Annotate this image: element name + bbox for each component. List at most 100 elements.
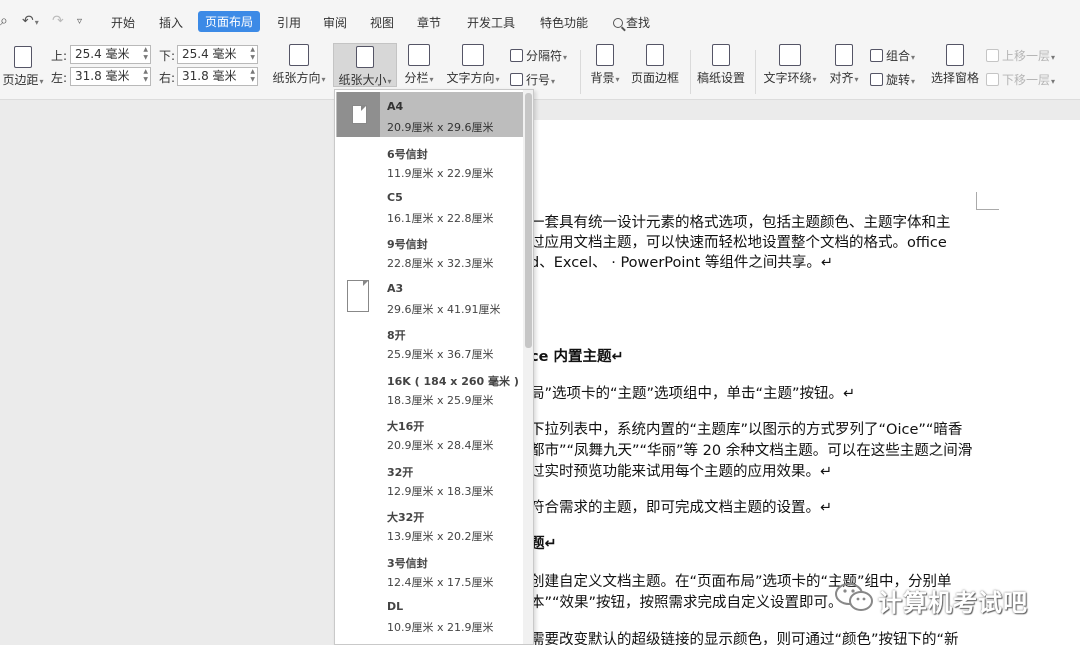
search-tab[interactable]: 查找 [613, 14, 650, 31]
bring-forward-button[interactable]: 上移一层▾ [986, 47, 1055, 64]
margins-label: 页边距 [2, 73, 39, 87]
margin-corner-mark [976, 192, 977, 210]
text-direction-button[interactable]: 文字方向▾ [443, 44, 503, 86]
option-dimensions: 22.8厘米 x 32.3厘米 [387, 257, 494, 270]
paper-size-option[interactable]: C5 16.1厘米 x 22.8厘米 [336, 183, 523, 228]
orientation-label: 纸张方向 [272, 71, 321, 85]
selection-pane-label: 选择窗格 [930, 71, 979, 85]
print-preview-icon[interactable]: ⌕ [0, 13, 8, 29]
document-line: d、Excel、 · PowerPoint 等组件之间共享。↵ [530, 255, 834, 271]
option-name: 大16开 [387, 420, 425, 433]
paper-size-icon [356, 46, 374, 68]
paper-size-option[interactable]: A3 29.6厘米 x 41.91厘米 [336, 274, 523, 319]
option-dimensions: 25.9厘米 x 36.7厘米 [387, 348, 494, 361]
page-border-button[interactable]: 页面边框 [630, 44, 680, 86]
scrollbar-thumb[interactable] [525, 93, 532, 348]
send-backward-button[interactable]: 下移一层▾ [986, 71, 1055, 88]
document-heading: ce 内置主题↵ [530, 349, 624, 365]
paper-size-option[interactable]: 大16开 20.9厘米 x 28.4厘米 [336, 410, 523, 455]
selection-pane-button[interactable]: 选择窗格 [930, 44, 980, 86]
option-name: 大32开 [387, 511, 425, 524]
option-dimensions: 10.9厘米 x 21.9厘米 [387, 621, 494, 634]
option-name: 8开 [387, 329, 406, 342]
option-dimensions: 18.3厘米 x 25.9厘米 [387, 394, 494, 407]
group-label: 组合 [886, 49, 911, 63]
tab-developer[interactable]: 开发工具 [467, 14, 515, 31]
rotate-label: 旋转 [886, 73, 911, 87]
page-icon [352, 105, 367, 124]
align-label: 对齐 [829, 71, 854, 85]
option-name: A3 [387, 282, 404, 295]
paper-size-button[interactable]: 纸张大小▾ [333, 43, 397, 87]
redo-icon[interactable]: ↷ [52, 13, 64, 29]
document-line: 过应用文档主题，可以快速而轻松地设置整个文档的格式。office [530, 235, 947, 251]
align-icon [835, 44, 853, 66]
option-dimensions: 16.1厘米 x 22.8厘米 [387, 212, 494, 225]
tab-references[interactable]: 引用 [277, 14, 301, 31]
option-name: 3号信封 [387, 557, 428, 570]
option-name: 6号信封 [387, 148, 428, 161]
customize-icon[interactable]: ▿ [77, 16, 82, 27]
paper-size-option[interactable]: A4 20.9厘米 x 29.6厘米 [336, 92, 523, 137]
left-margin-field[interactable]: 31.8 毫米 ▲ ▼ [70, 67, 151, 86]
tab-review[interactable]: 审阅 [323, 14, 347, 31]
document-line: 一套具有统一设计元素的格式选项，包括主题颜色、主题字体和主 [530, 215, 951, 231]
option-name: A4 [387, 100, 404, 113]
paper-size-option[interactable]: 6号信封 11.9厘米 x 22.9厘米 [336, 138, 523, 183]
bottom-margin-field[interactable]: 25.4 毫米 ▲ ▼ [177, 45, 258, 64]
rotate-icon [870, 73, 883, 86]
rotate-button[interactable]: 旋转▾ [870, 71, 915, 88]
tab-home[interactable]: 开始 [111, 14, 135, 31]
paper-size-option[interactable]: 16K ( 184 x 260 毫米 ) 18.3厘米 x 25.9厘米 [336, 365, 523, 410]
option-dimensions: 20.9厘米 x 29.6厘米 [387, 121, 494, 134]
paper-size-option[interactable]: 3号信封 12.4厘米 x 17.5厘米 [336, 547, 523, 592]
option-name: 32开 [387, 466, 414, 479]
background-label: 背景 [590, 71, 615, 85]
tab-features[interactable]: 特色功能 [540, 14, 588, 31]
separator-icon [510, 49, 523, 62]
right-margin-label: 右: [159, 71, 176, 85]
right-margin-field[interactable]: 31.8 毫米 ▲ ▼ [177, 67, 258, 86]
group-button[interactable]: 组合▾ [870, 47, 915, 64]
paper-size-option[interactable]: 大32开 13.9厘米 x 20.2厘米 [336, 501, 523, 546]
undo-icon[interactable]: ↶▾ [22, 13, 39, 29]
line-numbers-button[interactable]: 行号▾ [510, 71, 555, 88]
manuscript-label: 稿纸设置 [696, 71, 745, 85]
tab-page-layout[interactable]: 页面布局 [198, 11, 261, 32]
ribbon-divider [690, 50, 691, 94]
line-numbers-label: 行号 [526, 73, 551, 87]
tab-view[interactable]: 视图 [370, 14, 394, 31]
option-name: DL [387, 600, 404, 613]
background-icon [596, 44, 614, 66]
margins-icon [14, 46, 32, 68]
left-margin-label: 左: [51, 71, 68, 85]
columns-label: 分栏 [404, 71, 429, 85]
dropdown-scrollbar[interactable] [523, 90, 533, 644]
paper-size-option[interactable]: 32开 12.9厘米 x 18.3厘米 [336, 456, 523, 501]
send-backward-label: 下移一层 [1002, 73, 1051, 87]
orientation-button[interactable]: 纸张方向▾ [269, 44, 329, 86]
margins-button[interactable]: 页边距▾ [0, 46, 46, 88]
tab-chapter[interactable]: 章节 [417, 14, 441, 31]
manuscript-button[interactable]: 稿纸设置 [695, 44, 747, 86]
wechat-logo-icon [835, 583, 873, 611]
paper-size-option[interactable]: DL 10.9厘米 x 21.9厘米 [336, 592, 523, 637]
columns-icon [408, 44, 430, 66]
top-margin-field[interactable]: 25.4 毫米 ▲ ▼ [70, 45, 151, 64]
separator-button[interactable]: 分隔符▾ [510, 47, 567, 64]
align-button[interactable]: 对齐▾ [826, 44, 862, 86]
document-line: 符合需求的主题，即可完成文档主题的设置。↵ [530, 500, 833, 516]
tab-insert[interactable]: 插入 [159, 14, 183, 31]
search-label: 查找 [626, 16, 651, 30]
paper-size-option[interactable]: 8开 25.9厘米 x 36.7厘米 [336, 319, 523, 364]
text-wrap-button[interactable]: 文字环绕▾ [760, 44, 820, 86]
option-dimensions: 20.9厘米 x 28.4厘米 [387, 439, 494, 452]
background-button[interactable]: 背景▾ [587, 44, 623, 86]
columns-button[interactable]: 分栏▾ [399, 44, 439, 86]
separator-label: 分隔符 [526, 49, 563, 63]
paper-size-option[interactable]: 9号信封 22.8厘米 x 32.3厘米 [336, 228, 523, 273]
orientation-icon [289, 44, 309, 66]
option-dimensions: 29.6厘米 x 41.91厘米 [387, 303, 501, 316]
text-direction-icon [462, 44, 484, 66]
watermark-text: 计算机考试吧 [878, 589, 1028, 617]
